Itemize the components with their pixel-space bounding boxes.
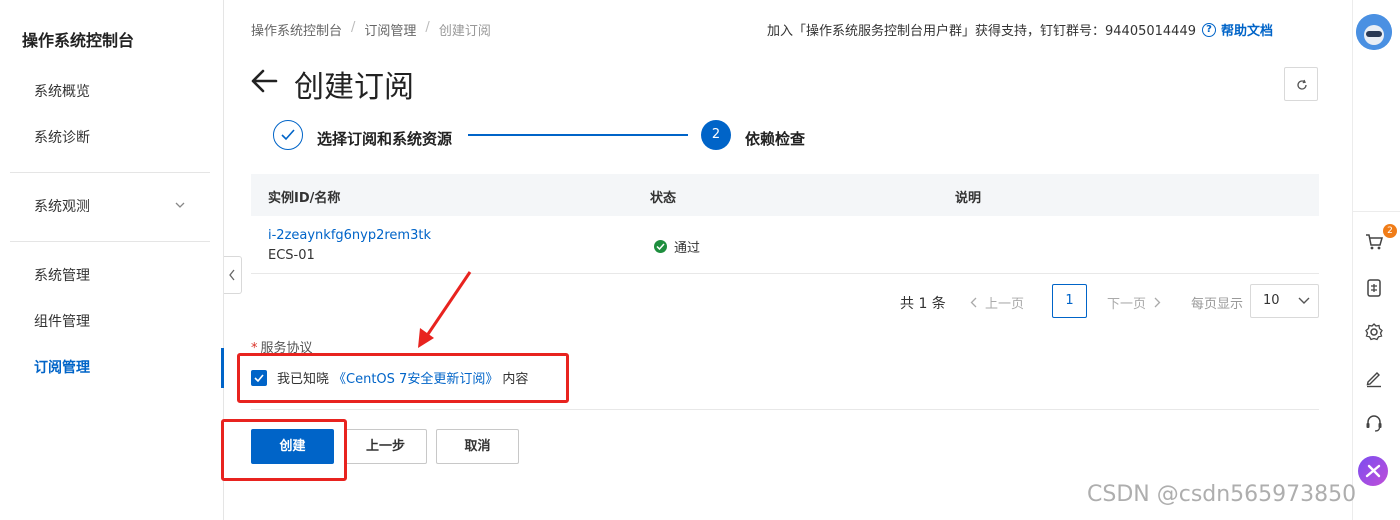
- column-header-status: 状态: [650, 191, 677, 206]
- step-connector: [468, 134, 688, 136]
- success-check-icon: [654, 240, 667, 253]
- pagination-prev-button[interactable]: 上一页: [970, 293, 1024, 312]
- column-header-note: 说明: [955, 191, 982, 206]
- sidebar-item-diagnosis[interactable]: 系统诊断: [0, 118, 223, 158]
- table-row: i-2zeaynkfg6nyp2rem3tk ECS-01 通过: [251, 216, 1319, 274]
- page-title: 创建订阅: [294, 70, 414, 105]
- watermark: CSDN @csdn565973850: [1087, 482, 1357, 507]
- gear-icon[interactable]: [1364, 322, 1384, 342]
- refresh-icon: [1297, 79, 1307, 90]
- page-size-value: 10: [1263, 293, 1280, 308]
- annotation-highlight-agreement: [237, 353, 569, 403]
- pagination-total: 共 1 条: [900, 296, 946, 312]
- cart-badge: 2: [1383, 224, 1397, 238]
- sidebar-title: 操作系统控制台: [22, 31, 135, 50]
- step-1-circle: [273, 120, 303, 150]
- sidebar-divider: [10, 241, 210, 242]
- sidebar: 操作系统控制台 系统概览 系统诊断 系统观测 系统管理 组件管理 订阅管理: [0, 0, 224, 520]
- sidebar-item-label: 组件管理: [34, 314, 90, 330]
- user-avatar[interactable]: [1356, 14, 1392, 50]
- breadcrumb-item-subscription[interactable]: 订阅管理: [364, 20, 416, 39]
- headset-support-icon[interactable]: [1364, 413, 1384, 433]
- sidebar-item-overview[interactable]: 系统概览: [0, 72, 223, 112]
- cart-icon[interactable]: [1364, 232, 1384, 252]
- chevron-left-icon: [229, 269, 235, 281]
- ai-assistant-icon[interactable]: [1358, 456, 1388, 486]
- billing-icon[interactable]: [1364, 278, 1384, 298]
- toolbar-divider: [1352, 211, 1400, 212]
- help-docs-link[interactable]: ? 帮助文档: [1202, 20, 1273, 39]
- status-text: 通过: [674, 241, 701, 256]
- status-cell: 通过: [654, 237, 700, 256]
- pagination-page-current[interactable]: 1: [1052, 284, 1087, 318]
- sidebar-item-label: 系统管理: [34, 268, 90, 284]
- pagination-next-button[interactable]: 下一页: [1107, 293, 1161, 312]
- sidebar-item-subscription-management[interactable]: 订阅管理: [0, 348, 224, 388]
- pagination-prev-label: 上一页: [985, 297, 1025, 312]
- previous-step-button[interactable]: 上一步: [344, 429, 427, 464]
- pagination-next-label: 下一页: [1107, 297, 1147, 312]
- check-icon: [281, 129, 295, 141]
- instance-name: ECS-01: [268, 248, 315, 263]
- sidebar-collapse-button[interactable]: [224, 256, 242, 294]
- sidebar-item-label: 系统观测: [34, 199, 90, 215]
- table-header: 实例ID/名称 状态 说明: [251, 174, 1319, 216]
- chevron-down-icon: [1298, 297, 1310, 304]
- chevron-down-icon: [175, 202, 185, 208]
- sidebar-item-observation[interactable]: 系统观测: [0, 187, 223, 227]
- instance-id-link[interactable]: i-2zeaynkfg6nyp2rem3tk: [268, 228, 431, 243]
- annotation-arrow: [418, 271, 472, 348]
- help-docs-label: 帮助文档: [1221, 24, 1274, 39]
- chevron-right-icon: [1154, 297, 1161, 308]
- breadcrumb-item-console[interactable]: 操作系统控制台: [251, 20, 342, 39]
- sidebar-item-component-management[interactable]: 组件管理: [0, 302, 223, 342]
- column-header-instance: 实例ID/名称: [268, 191, 341, 206]
- breadcrumb-separator: /: [425, 20, 430, 35]
- page-size-label: 每页显示: [1191, 297, 1244, 312]
- page-root: 操作系统控制台 系统概览 系统诊断 系统观测 系统管理 组件管理 订阅管理 操作…: [0, 0, 1400, 520]
- step-1-label: 选择订阅和系统资源: [317, 130, 453, 148]
- chevron-left-icon: [970, 297, 977, 308]
- page-size-select[interactable]: 10: [1250, 284, 1319, 318]
- sidebar-item-label: 系统概览: [34, 84, 90, 100]
- cancel-button[interactable]: 取消: [436, 429, 519, 464]
- refresh-button[interactable]: [1284, 67, 1318, 101]
- breadcrumb: 操作系统控制台 / 订阅管理 / 创建订阅: [251, 20, 491, 39]
- step-2-label: 依赖检查: [745, 130, 806, 148]
- form-divider: [251, 409, 1319, 410]
- back-arrow-icon[interactable]: [250, 68, 278, 94]
- step-2-circle: 2: [701, 120, 731, 150]
- support-group-info: 加入「操作系统服务控制台用户群」获得支持，钉钉群号：94405014449: [767, 24, 1196, 39]
- sidebar-divider: [10, 172, 210, 173]
- breadcrumb-separator: /: [351, 20, 356, 35]
- edit-icon[interactable]: [1364, 368, 1384, 388]
- sidebar-item-system-management[interactable]: 系统管理: [0, 256, 223, 296]
- sidebar-item-label: 订阅管理: [34, 360, 90, 376]
- help-icon: ?: [1202, 22, 1216, 37]
- breadcrumb-item-current: 创建订阅: [438, 24, 491, 39]
- annotation-highlight-create: [221, 419, 347, 481]
- sidebar-item-label: 系统诊断: [34, 130, 90, 146]
- right-toolbar: [1352, 0, 1400, 520]
